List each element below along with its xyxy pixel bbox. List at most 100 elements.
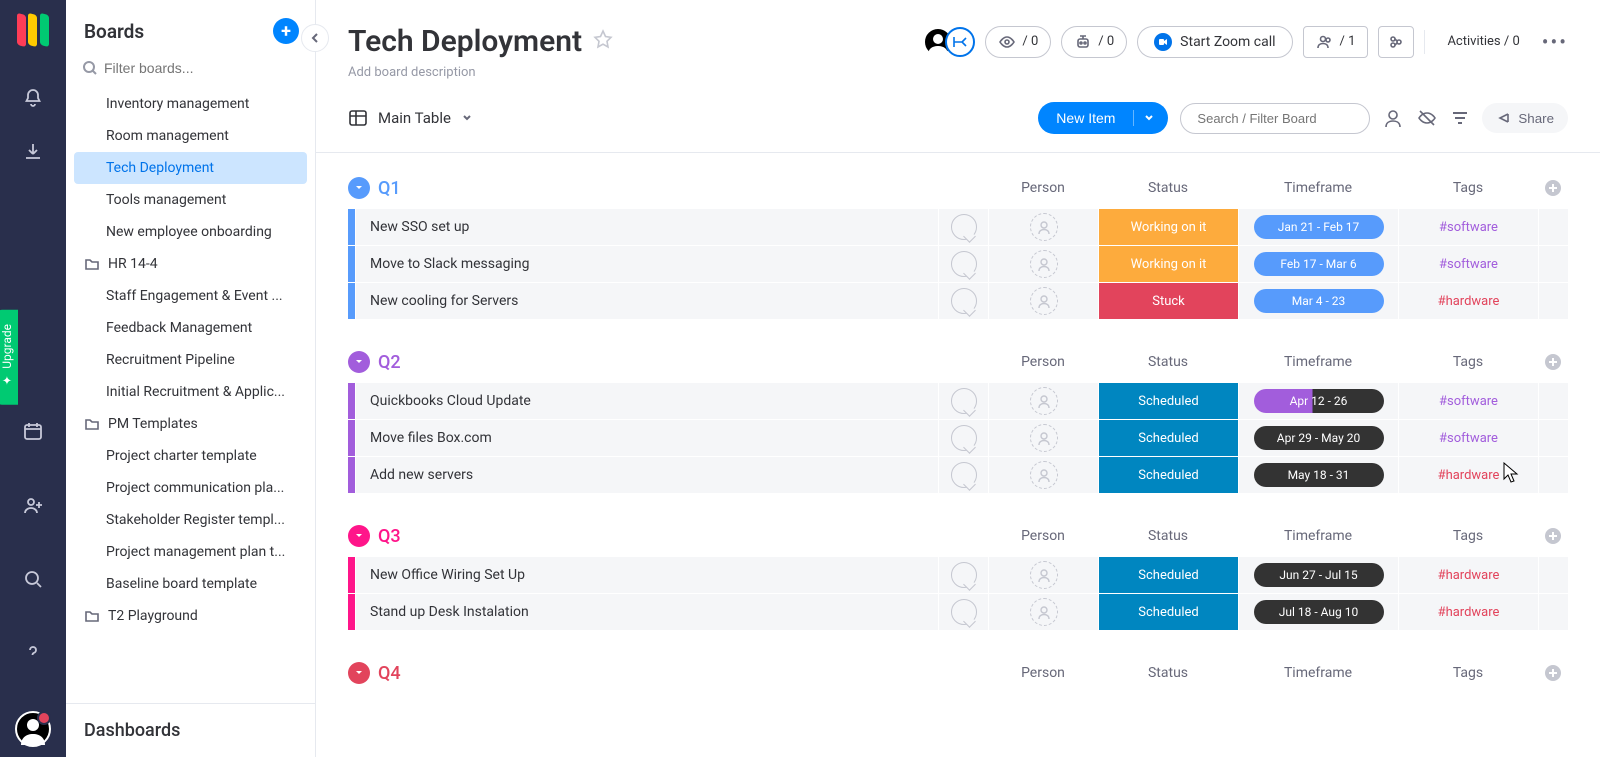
board-item[interactable]: Initial Recruitment & Applic... — [74, 376, 307, 408]
group-collapse-button[interactable] — [348, 525, 370, 547]
dashboards-section[interactable]: Dashboards — [66, 703, 315, 757]
search-board-input[interactable] — [1180, 103, 1370, 134]
subscribers-button[interactable]: / 1 — [1303, 26, 1369, 58]
timeframe-cell[interactable]: Jul 18 - Aug 10 — [1238, 594, 1398, 630]
activities-button[interactable]: Activities / 0 — [1435, 28, 1531, 55]
column-header-status[interactable]: Status — [1098, 665, 1238, 681]
timeframe-pill[interactable]: Mar 4 - 23 — [1254, 289, 1384, 313]
person-cell[interactable] — [988, 557, 1098, 593]
tags-cell[interactable]: #hardware — [1398, 283, 1538, 319]
person-cell[interactable] — [988, 246, 1098, 282]
person-cell[interactable] — [988, 283, 1098, 319]
hide-columns-icon[interactable] — [1416, 107, 1438, 129]
status-cell[interactable]: Working on it — [1098, 246, 1238, 282]
timeframe-cell[interactable]: May 18 - 31 — [1238, 457, 1398, 493]
timeframe-pill[interactable]: Jun 27 - Jul 15 — [1254, 563, 1384, 587]
group-collapse-button[interactable] — [348, 177, 370, 199]
timeframe-cell[interactable]: Jun 27 - Jul 15 — [1238, 557, 1398, 593]
table-row[interactable]: Quickbooks Cloud UpdateScheduledApr 12 -… — [348, 383, 1568, 419]
add-column-button[interactable] — [1538, 664, 1568, 682]
timeframe-pill[interactable]: Apr 12 - 26 — [1254, 389, 1384, 413]
add-column-button[interactable] — [1538, 179, 1568, 197]
timeframe-pill[interactable]: Apr 29 - May 20 — [1254, 426, 1384, 450]
tags-cell[interactable]: #software — [1398, 246, 1538, 282]
person-cell[interactable] — [988, 594, 1098, 630]
item-conversation-button[interactable] — [938, 594, 988, 630]
table-row[interactable]: New Office Wiring Set UpScheduledJun 27 … — [348, 557, 1568, 593]
status-cell[interactable]: Scheduled — [1098, 457, 1238, 493]
help-icon[interactable] — [17, 637, 49, 669]
calendar-icon[interactable] — [17, 415, 49, 447]
item-name-cell[interactable]: Add new servers — [355, 457, 938, 493]
item-name-cell[interactable]: Move to Slack messaging — [355, 246, 938, 282]
person-cell[interactable] — [988, 383, 1098, 419]
board-title[interactable]: Tech Deployment — [348, 24, 582, 59]
column-header-tags[interactable]: Tags — [1398, 180, 1538, 196]
board-item[interactable]: Stakeholder Register templ... — [74, 504, 307, 536]
board-item[interactable]: Tools management — [74, 184, 307, 216]
board-menu-button[interactable]: ••• — [1542, 30, 1568, 54]
item-conversation-button[interactable] — [938, 383, 988, 419]
timeframe-cell[interactable]: Feb 17 - Mar 6 — [1238, 246, 1398, 282]
tags-cell[interactable]: #software — [1398, 383, 1538, 419]
column-header-person[interactable]: Person — [988, 180, 1098, 196]
bell-icon[interactable] — [17, 82, 49, 114]
filter-boards-input[interactable] — [82, 56, 299, 80]
folder-item[interactable]: T2 Playground — [74, 600, 307, 632]
invite-icon[interactable] — [17, 489, 49, 521]
status-cell[interactable]: Scheduled — [1098, 420, 1238, 456]
column-header-person[interactable]: Person — [988, 665, 1098, 681]
upgrade-button[interactable]: ✦ Upgrade — [0, 310, 18, 405]
group-collapse-button[interactable] — [348, 351, 370, 373]
board-item[interactable]: New employee onboarding — [74, 216, 307, 248]
item-name-cell[interactable]: New SSO set up — [355, 209, 938, 245]
column-header-person[interactable]: Person — [988, 354, 1098, 370]
column-header-timeframe[interactable]: Timeframe — [1238, 528, 1398, 544]
board-item[interactable]: Project communication pla... — [74, 472, 307, 504]
column-header-timeframe[interactable]: Timeframe — [1238, 665, 1398, 681]
status-cell[interactable]: Stuck — [1098, 283, 1238, 319]
tags-cell[interactable]: #software — [1398, 420, 1538, 456]
automations-count-button[interactable]: / 0 — [1061, 26, 1127, 58]
item-conversation-button[interactable] — [938, 457, 988, 493]
add-board-button[interactable]: + — [273, 18, 299, 44]
table-row[interactable]: Move to Slack messaging Working on itFeb … — [348, 246, 1568, 282]
timeframe-pill[interactable]: Jul 18 - Aug 10 — [1254, 600, 1384, 624]
item-name-cell[interactable]: Move files Box.com — [355, 420, 938, 456]
person-cell[interactable] — [988, 457, 1098, 493]
sort-filter-icon[interactable] — [1450, 108, 1470, 128]
profile-avatar[interactable] — [15, 711, 51, 747]
item-conversation-button[interactable] — [938, 246, 988, 282]
views-count-button[interactable]: / 0 — [985, 26, 1051, 58]
group-collapse-button[interactable] — [348, 662, 370, 684]
item-conversation-button[interactable] — [938, 557, 988, 593]
column-header-tags[interactable]: Tags — [1398, 354, 1538, 370]
view-switcher[interactable]: Main Table — [348, 108, 473, 128]
timeframe-pill[interactable]: Jan 21 - Feb 17 — [1254, 215, 1384, 239]
integrations-button[interactable] — [1378, 26, 1414, 58]
person-filter-icon[interactable] — [1382, 107, 1404, 129]
group-title[interactable]: Q4 — [378, 663, 401, 684]
board-item[interactable]: Tech Deployment — [74, 152, 307, 184]
add-column-button[interactable] — [1538, 353, 1568, 371]
column-header-tags[interactable]: Tags — [1398, 665, 1538, 681]
item-conversation-button[interactable] — [938, 420, 988, 456]
folder-item[interactable]: HR 14-4 — [74, 248, 307, 280]
tags-cell[interactable]: #hardware — [1398, 457, 1538, 493]
item-name-cell[interactable]: New cooling for Servers — [355, 283, 938, 319]
table-row[interactable]: New cooling for Servers Stuck Mar 4 - 23 #h… — [348, 283, 1568, 319]
timeframe-cell[interactable]: Apr 12 - 26 — [1238, 383, 1398, 419]
new-item-button[interactable]: New Item — [1038, 102, 1168, 134]
board-item[interactable]: Staff Engagement & Event ... — [74, 280, 307, 312]
tags-cell[interactable]: #hardware — [1398, 557, 1538, 593]
timeframe-cell[interactable]: Mar 4 - 23 — [1238, 283, 1398, 319]
download-icon[interactable] — [17, 136, 49, 168]
column-header-tags[interactable]: Tags — [1398, 528, 1538, 544]
tags-cell[interactable]: #hardware — [1398, 594, 1538, 630]
status-cell[interactable]: Working on it — [1098, 209, 1238, 245]
column-header-status[interactable]: Status — [1098, 354, 1238, 370]
column-header-timeframe[interactable]: Timeframe — [1238, 354, 1398, 370]
table-row[interactable]: Move files Box.com Scheduled Apr 29 - May … — [348, 420, 1568, 456]
add-column-button[interactable] — [1538, 527, 1568, 545]
timeframe-pill[interactable]: May 18 - 31 — [1254, 463, 1384, 487]
